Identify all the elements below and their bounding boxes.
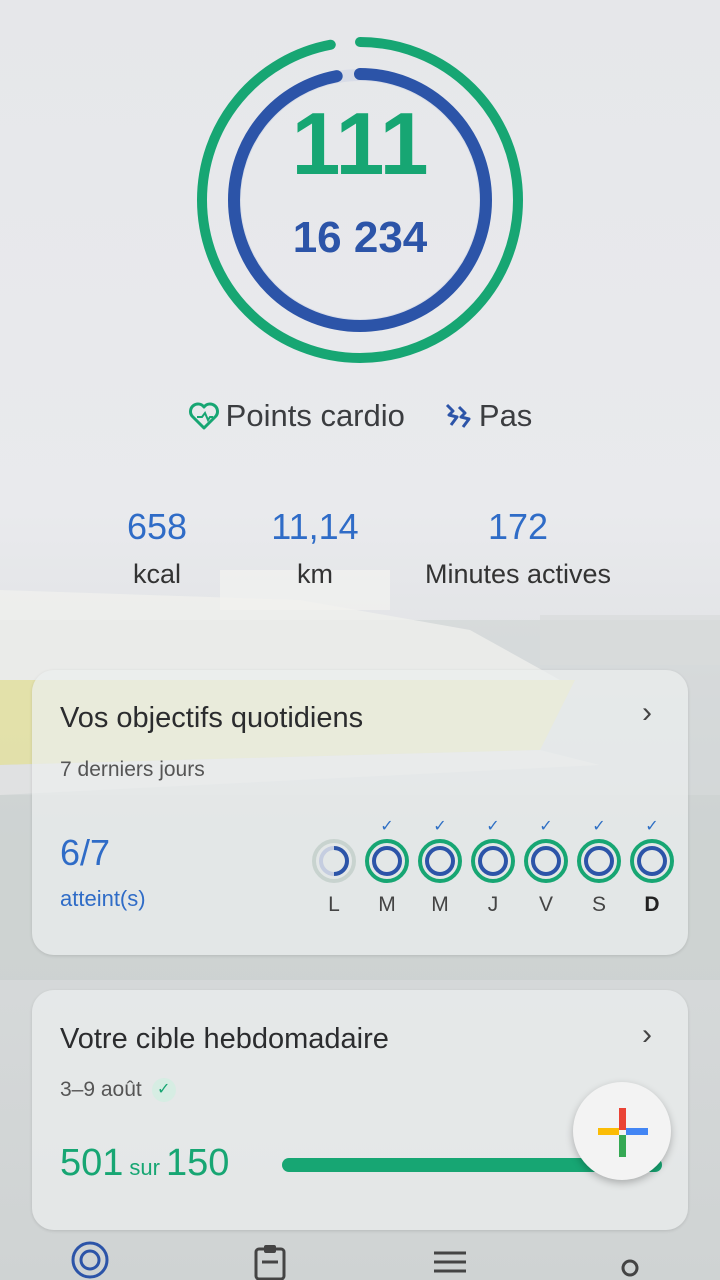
activity-rings[interactable]	[195, 35, 525, 365]
day-label: L	[328, 893, 340, 916]
card-title: Vos objectifs quotidiens	[60, 702, 364, 734]
day-goal-6: ✓ D	[628, 817, 676, 917]
day-label: M	[378, 893, 396, 916]
stat-label: km	[297, 559, 333, 589]
stat-value: 658	[126, 506, 188, 547]
day-ring	[418, 839, 462, 883]
weekly-sur: sur	[129, 1155, 160, 1180]
day-ring	[312, 839, 356, 883]
chevron-right-icon[interactable]: ›	[642, 696, 652, 730]
heart-points-value: 111	[291, 94, 429, 193]
bottom-navigation	[0, 1224, 720, 1280]
check-icon: ✓	[380, 818, 394, 835]
day-label: D	[644, 893, 660, 916]
day-ring	[471, 839, 515, 883]
day-ring	[577, 839, 621, 883]
rings-legend: Points cardio Pas	[0, 398, 720, 434]
weekly-date-range: 3–9 août	[60, 1078, 142, 1101]
chevron-right-icon[interactable]: ›	[642, 1018, 652, 1052]
home-icon[interactable]	[70, 1240, 110, 1280]
weekly-value: 501	[60, 1142, 124, 1184]
day-goal-0: L	[310, 817, 358, 917]
browse-icon[interactable]	[432, 1250, 468, 1280]
day-ring	[365, 839, 409, 883]
day-ring	[630, 839, 674, 883]
stat-km: 11,14 km	[255, 505, 375, 591]
heart-points-legend: Points cardio	[188, 398, 405, 434]
weekly-progress-text: 501 sur 150	[60, 1142, 229, 1185]
stat-label: Minutes actives	[424, 559, 612, 589]
heart-points-label: Points cardio	[225, 398, 405, 433]
goals-achieved-count: 6/7	[60, 832, 111, 873]
check-icon: ✓	[645, 818, 659, 835]
heart-points-icon	[188, 402, 219, 430]
goals-achieved-label: atteint(s)	[60, 886, 146, 911]
stat-label: kcal	[132, 559, 181, 589]
steps-value: 16 234	[292, 213, 428, 262]
stat-active-minutes: 172 Minutes actives	[398, 505, 638, 591]
day-label: V	[538, 893, 553, 916]
daily-goals-card[interactable]: Vos objectifs quotidiens 7 derniers jour…	[32, 670, 688, 955]
steps-icon	[445, 403, 471, 428]
check-icon: ✓	[433, 818, 447, 835]
check-icon: ✓	[486, 818, 500, 835]
steps-label: Pas	[478, 398, 533, 433]
day-goal-3: ✓ J	[469, 817, 517, 917]
day-label: J	[487, 893, 499, 916]
weekly-target: 150	[165, 1142, 230, 1184]
add-button[interactable]	[573, 1082, 671, 1180]
check-icon: ✓	[539, 818, 553, 835]
stat-kcal: 658 kcal	[97, 505, 217, 591]
stat-value: 11,14	[271, 506, 359, 547]
journal-icon[interactable]	[253, 1244, 287, 1280]
day-ring	[524, 839, 568, 883]
day-label: S	[591, 893, 606, 916]
day-goal-2: ✓ M	[416, 817, 464, 917]
day-label: M	[431, 893, 449, 916]
day-goal-5: ✓ S	[575, 817, 623, 917]
stat-value: 172	[487, 506, 549, 547]
card-title: Votre cible hebdomadaire	[60, 1023, 389, 1055]
card-subtitle: 7 derniers jours	[60, 758, 205, 781]
add-icon	[598, 1108, 648, 1157]
weekly-date-row: 3–9 août ✓	[60, 1078, 176, 1102]
check-icon: ✓	[151, 1078, 176, 1102]
week-days: L ✓ M ✓ M ✓ J ✓ V ✓ S ✓ D	[310, 817, 676, 917]
heart-points-ring	[197, 37, 523, 363]
steps-legend: Pas	[441, 398, 532, 434]
profile-icon[interactable]	[618, 1256, 642, 1280]
day-goal-4: ✓ V	[522, 817, 570, 917]
check-icon: ✓	[592, 818, 606, 835]
day-goal-1: ✓ M	[363, 817, 411, 917]
